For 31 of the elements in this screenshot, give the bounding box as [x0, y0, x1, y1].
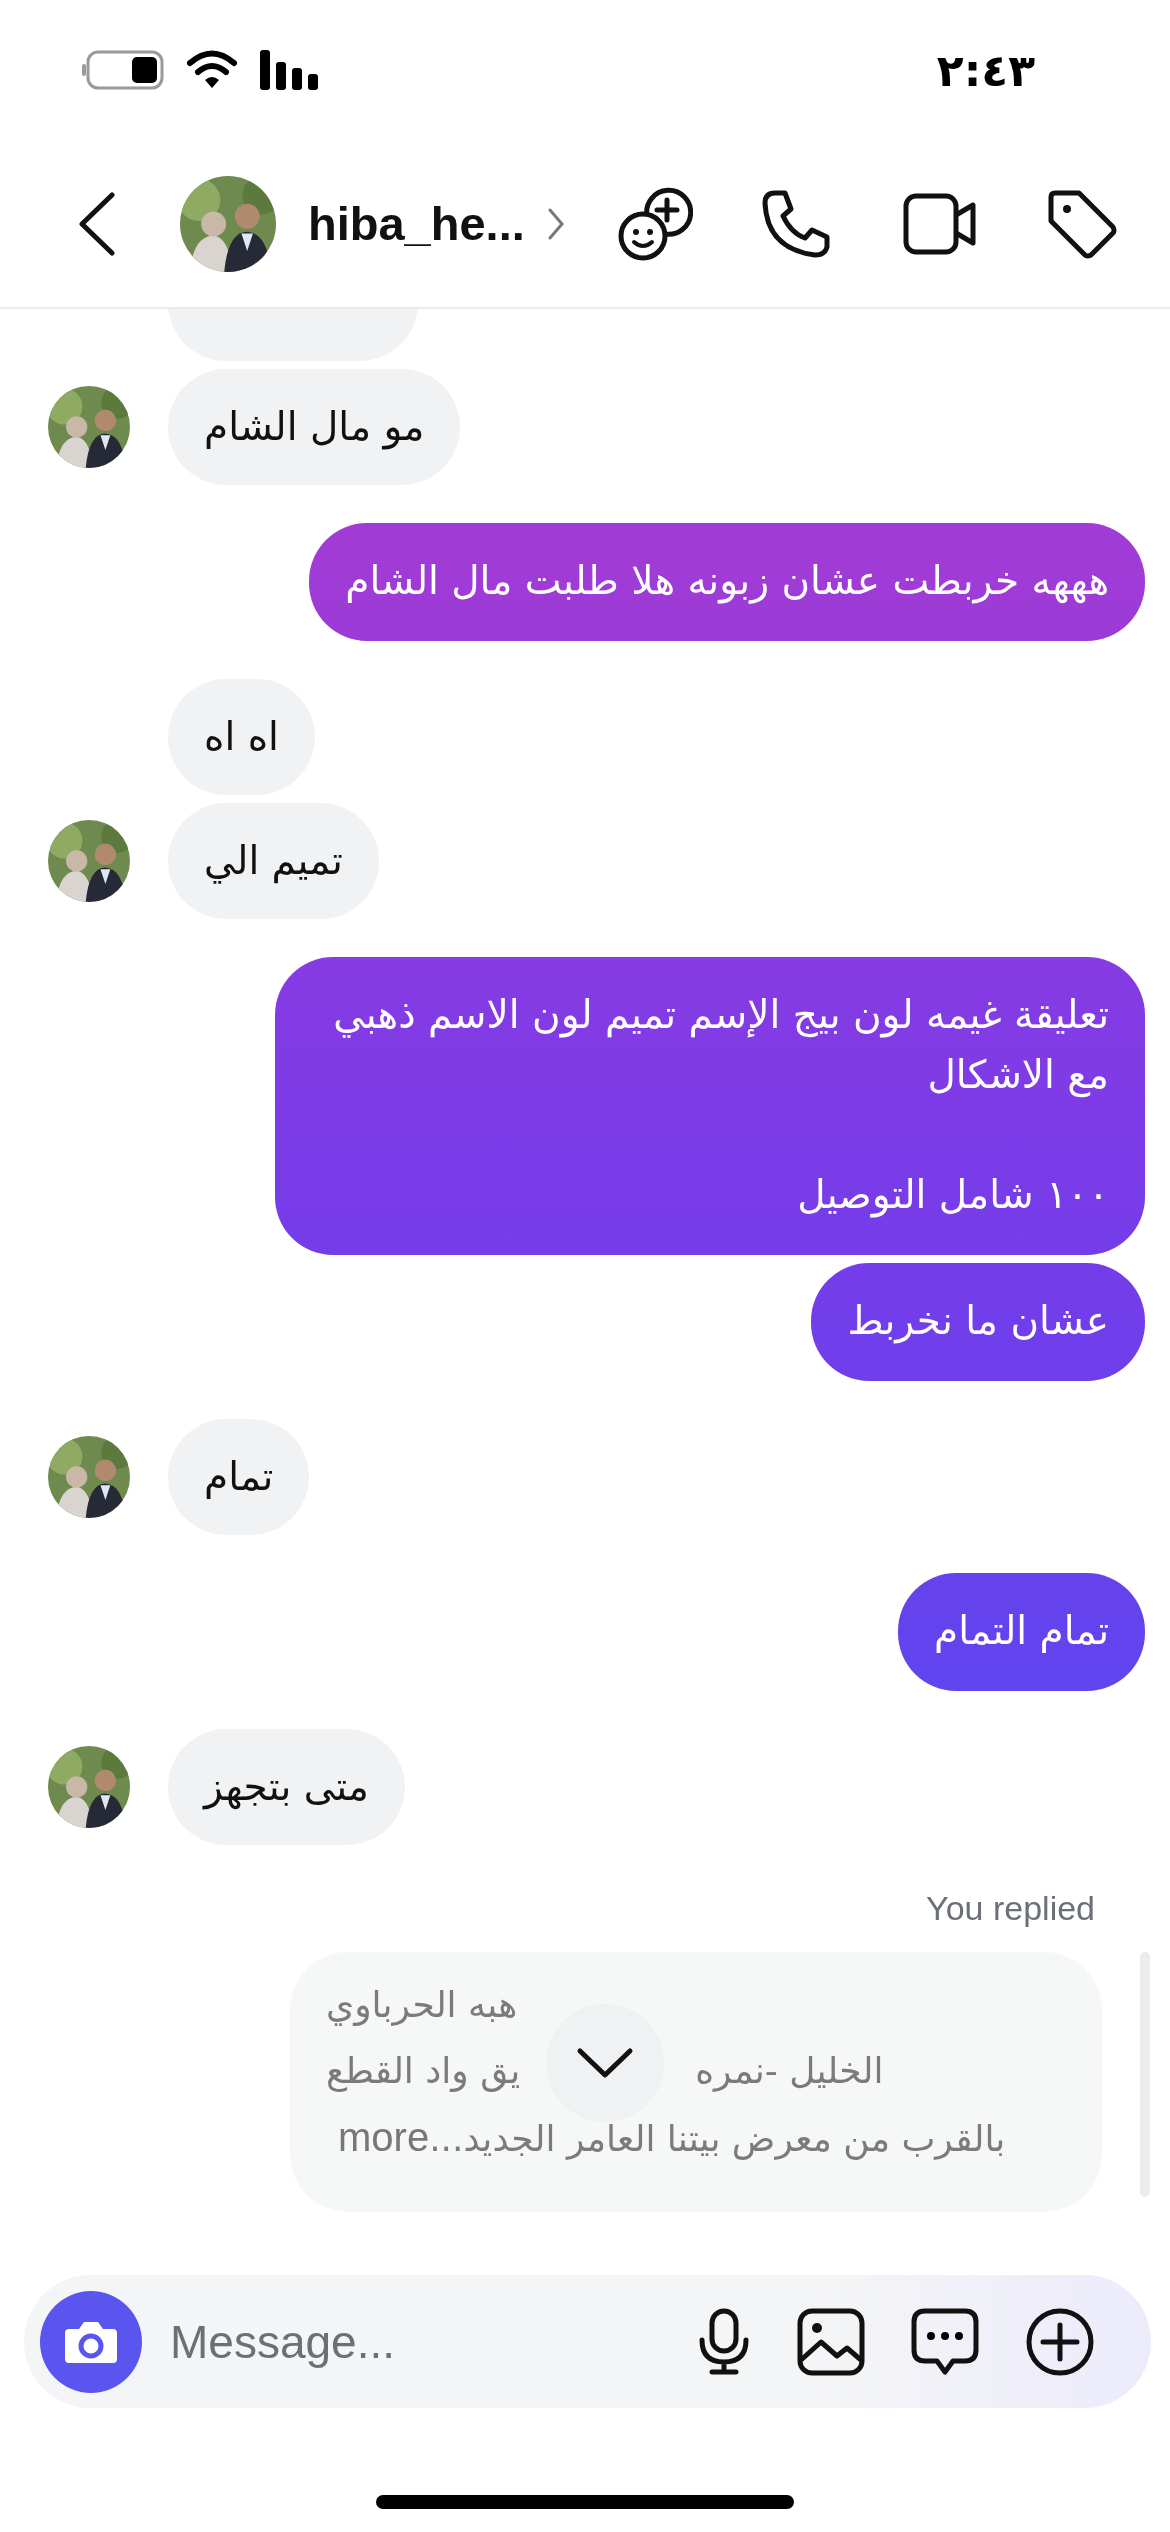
signal-icon [260, 50, 320, 90]
chevron-right-icon[interactable] [546, 206, 565, 241]
message-text: يق واد القطع [326, 2049, 521, 2094]
message-bubble: تمام التمام [898, 1573, 1145, 1691]
microphone-icon[interactable] [697, 2307, 751, 2376]
sticker-add-icon[interactable] [616, 185, 693, 262]
message-bubble: اه اه [168, 679, 315, 795]
phone-icon[interactable] [760, 188, 831, 259]
message-bubble: عشان ما نخربط [811, 1263, 1145, 1381]
back-icon[interactable] [76, 190, 118, 257]
chat-icon[interactable] [911, 2307, 979, 2376]
message-text: بالقرب من معرض بيتنا العامر الجديد... [429, 2118, 1006, 2159]
video-call-icon[interactable] [902, 192, 977, 255]
reply-label: You replied [926, 1889, 1095, 1928]
message-bubble: تميم الي [168, 803, 379, 919]
message-bubble: تمام [168, 1419, 310, 1535]
message-bubble: مو مال الشام [168, 369, 461, 485]
message-text: الخليل -نمره [695, 2049, 884, 2094]
message-bubble: تعليقة غيمه لون بيج الإسم تميم لون الاسم ذهبي مع الاشكال ١٠٠ شامل التوصيل [275, 957, 1145, 1255]
sender-name: هبه الحرباوي [326, 1984, 518, 2025]
wifi-icon [186, 50, 238, 90]
image-icon[interactable] [797, 2307, 865, 2376]
message-bubble: متى بتجهز [168, 1729, 405, 1845]
username[interactable]: hiba_he... [308, 196, 525, 251]
chevron-down-icon [576, 2047, 634, 2079]
more-link[interactable]: more [338, 2115, 430, 2159]
battery-icon [82, 50, 164, 90]
tag-icon[interactable] [1046, 188, 1117, 259]
clock-time: ٢:٤٣ [936, 44, 1035, 96]
add-icon[interactable] [1025, 2306, 1095, 2377]
message-bubble: هههه خربطت عشان زبونه هلا طلبت مال الشام [309, 523, 1145, 641]
